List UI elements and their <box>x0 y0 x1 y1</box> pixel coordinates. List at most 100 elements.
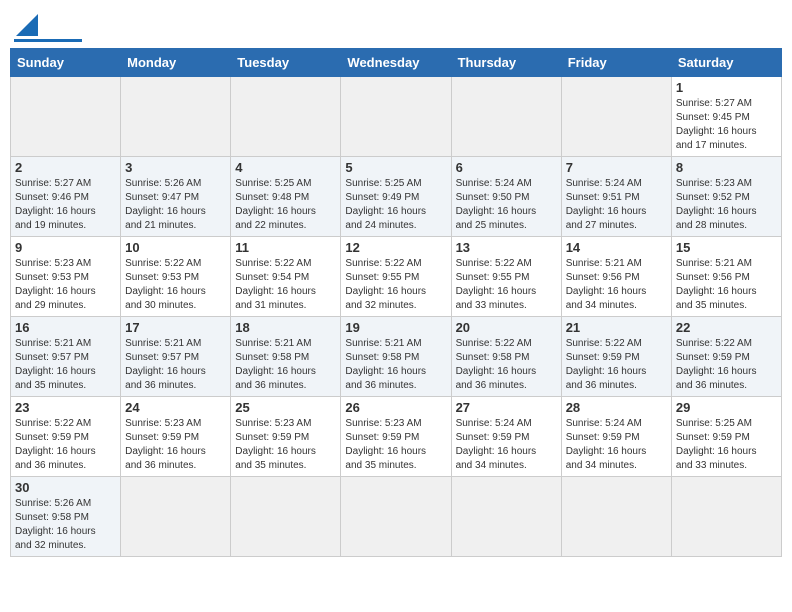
day-number: 7 <box>566 160 667 175</box>
calendar-cell <box>561 77 671 157</box>
weekday-header-friday: Friday <box>561 49 671 77</box>
day-info: Sunrise: 5:25 AM Sunset: 9:48 PM Dayligh… <box>235 177 336 233</box>
calendar-cell: 26Sunrise: 5:23 AM Sunset: 9:59 PM Dayli… <box>341 397 451 477</box>
day-number: 9 <box>15 240 116 255</box>
calendar-cell <box>341 77 451 157</box>
calendar-cell: 6 Sunrise: 5:24 AM Sunset: 9:50 PM Daylig… <box>451 157 561 237</box>
day-info: Sunrise: 5:25 AM Sunset: 9:59 PM Dayligh… <box>676 417 777 473</box>
day-number: 15 <box>676 240 777 255</box>
day-info: Sunrise: 5:27 AM Sunset: 9:45 PM Dayligh… <box>676 97 777 153</box>
day-number: 6 <box>456 160 557 175</box>
day-info: Sunrise: 5:22 AM Sunset: 9:55 PM Dayligh… <box>345 257 446 313</box>
calendar-cell <box>11 77 121 157</box>
calendar-cell: 2Sunrise: 5:27 AM Sunset: 9:46 PM Daylig… <box>11 157 121 237</box>
day-info: Sunrise: 5:24 AM Sunset: 9:59 PM Dayligh… <box>566 417 667 473</box>
day-number: 20 <box>456 320 557 335</box>
calendar-cell: 22Sunrise: 5:22 AM Sunset: 9:59 PM Dayli… <box>671 317 781 397</box>
day-number: 23 <box>15 400 116 415</box>
calendar-cell <box>671 477 781 557</box>
calendar-cell: 11Sunrise: 5:22 AM Sunset: 9:54 PM Dayli… <box>231 237 341 317</box>
calendar-cell <box>231 477 341 557</box>
day-info: Sunrise: 5:21 AM Sunset: 9:58 PM Dayligh… <box>345 337 446 393</box>
day-info: Sunrise: 5:21 AM Sunset: 9:56 PM Dayligh… <box>676 257 777 313</box>
day-number: 25 <box>235 400 336 415</box>
day-info: Sunrise: 5:21 AM Sunset: 9:57 PM Dayligh… <box>15 337 116 393</box>
calendar-week-row: 16 Sunrise: 5:21 AM Sunset: 9:57 PM Dayli… <box>11 317 782 397</box>
day-info: Sunrise: 5:22 AM Sunset: 9:53 PM Dayligh… <box>125 257 226 313</box>
day-info: Sunrise: 5:21 AM Sunset: 9:57 PM Dayligh… <box>125 337 226 393</box>
calendar-cell: 18 Sunrise: 5:21 AM Sunset: 9:58 PM Dayli… <box>231 317 341 397</box>
logo-triangle-icon <box>16 14 38 36</box>
calendar-cell <box>451 477 561 557</box>
day-info: Sunrise: 5:27 AM Sunset: 9:46 PM Dayligh… <box>15 177 116 233</box>
day-number: 10 <box>125 240 226 255</box>
day-number: 27 <box>456 400 557 415</box>
calendar-cell: 13 Sunrise: 5:22 AM Sunset: 9:55 PM Dayli… <box>451 237 561 317</box>
day-number: 22 <box>676 320 777 335</box>
calendar-week-row: 23 Sunrise: 5:22 AM Sunset: 9:59 PM Dayli… <box>11 397 782 477</box>
day-number: 16 <box>15 320 116 335</box>
calendar-cell: 9Sunrise: 5:23 AM Sunset: 9:53 PM Daylig… <box>11 237 121 317</box>
calendar-cell: 8Sunrise: 5:23 AM Sunset: 9:52 PM Daylig… <box>671 157 781 237</box>
day-number: 17 <box>125 320 226 335</box>
calendar-cell: 30 Sunrise: 5:26 AM Sunset: 9:58 PM Dayli… <box>11 477 121 557</box>
calendar-cell: 16 Sunrise: 5:21 AM Sunset: 9:57 PM Dayli… <box>11 317 121 397</box>
calendar-cell: 17 Sunrise: 5:21 AM Sunset: 9:57 PM Dayli… <box>121 317 231 397</box>
calendar-cell <box>561 477 671 557</box>
day-number: 8 <box>676 160 777 175</box>
day-info: Sunrise: 5:22 AM Sunset: 9:59 PM Dayligh… <box>15 417 116 473</box>
day-info: Sunrise: 5:23 AM Sunset: 9:59 PM Dayligh… <box>235 417 336 473</box>
day-number: 14 <box>566 240 667 255</box>
day-number: 11 <box>235 240 336 255</box>
day-number: 3 <box>125 160 226 175</box>
day-info: Sunrise: 5:25 AM Sunset: 9:49 PM Dayligh… <box>345 177 446 233</box>
calendar-week-row: 1Sunrise: 5:27 AM Sunset: 9:45 PM Daylig… <box>11 77 782 157</box>
calendar-cell: 10 Sunrise: 5:22 AM Sunset: 9:53 PM Dayli… <box>121 237 231 317</box>
logo-underline <box>14 39 82 42</box>
calendar-cell <box>341 477 451 557</box>
day-info: Sunrise: 5:22 AM Sunset: 9:59 PM Dayligh… <box>566 337 667 393</box>
calendar-table: SundayMondayTuesdayWednesdayThursdayFrid… <box>10 48 782 557</box>
day-number: 13 <box>456 240 557 255</box>
calendar-week-row: 30 Sunrise: 5:26 AM Sunset: 9:58 PM Dayli… <box>11 477 782 557</box>
day-number: 29 <box>676 400 777 415</box>
day-info: Sunrise: 5:22 AM Sunset: 9:55 PM Dayligh… <box>456 257 557 313</box>
day-info: Sunrise: 5:21 AM Sunset: 9:56 PM Dayligh… <box>566 257 667 313</box>
day-number: 18 <box>235 320 336 335</box>
day-number: 24 <box>125 400 226 415</box>
weekday-header-wednesday: Wednesday <box>341 49 451 77</box>
day-number: 21 <box>566 320 667 335</box>
calendar-cell <box>121 77 231 157</box>
calendar-cell: 7Sunrise: 5:24 AM Sunset: 9:51 PM Daylig… <box>561 157 671 237</box>
day-number: 30 <box>15 480 116 495</box>
calendar-cell: 29 Sunrise: 5:25 AM Sunset: 9:59 PM Dayli… <box>671 397 781 477</box>
day-info: Sunrise: 5:24 AM Sunset: 9:59 PM Dayligh… <box>456 417 557 473</box>
calendar-cell: 4 Sunrise: 5:25 AM Sunset: 9:48 PM Daylig… <box>231 157 341 237</box>
calendar-cell: 3Sunrise: 5:26 AM Sunset: 9:47 PM Daylig… <box>121 157 231 237</box>
calendar-cell <box>121 477 231 557</box>
calendar-cell <box>451 77 561 157</box>
calendar-cell: 23 Sunrise: 5:22 AM Sunset: 9:59 PM Dayli… <box>11 397 121 477</box>
calendar-week-row: 9Sunrise: 5:23 AM Sunset: 9:53 PM Daylig… <box>11 237 782 317</box>
calendar-cell: 5 Sunrise: 5:25 AM Sunset: 9:49 PM Daylig… <box>341 157 451 237</box>
day-info: Sunrise: 5:21 AM Sunset: 9:58 PM Dayligh… <box>235 337 336 393</box>
calendar-cell: 19Sunrise: 5:21 AM Sunset: 9:58 PM Dayli… <box>341 317 451 397</box>
weekday-header-monday: Monday <box>121 49 231 77</box>
day-info: Sunrise: 5:23 AM Sunset: 9:59 PM Dayligh… <box>125 417 226 473</box>
weekday-header-row: SundayMondayTuesdayWednesdayThursdayFrid… <box>11 49 782 77</box>
calendar-cell: 27 Sunrise: 5:24 AM Sunset: 9:59 PM Dayli… <box>451 397 561 477</box>
day-info: Sunrise: 5:22 AM Sunset: 9:58 PM Dayligh… <box>456 337 557 393</box>
calendar-cell: 1Sunrise: 5:27 AM Sunset: 9:45 PM Daylig… <box>671 77 781 157</box>
calendar-cell: 25 Sunrise: 5:23 AM Sunset: 9:59 PM Dayli… <box>231 397 341 477</box>
day-info: Sunrise: 5:24 AM Sunset: 9:50 PM Dayligh… <box>456 177 557 233</box>
day-number: 4 <box>235 160 336 175</box>
calendar-cell: 12Sunrise: 5:22 AM Sunset: 9:55 PM Dayli… <box>341 237 451 317</box>
calendar-cell <box>231 77 341 157</box>
calendar-cell: 20 Sunrise: 5:22 AM Sunset: 9:58 PM Dayli… <box>451 317 561 397</box>
day-number: 28 <box>566 400 667 415</box>
weekday-header-sunday: Sunday <box>11 49 121 77</box>
day-info: Sunrise: 5:26 AM Sunset: 9:58 PM Dayligh… <box>15 497 116 553</box>
weekday-header-tuesday: Tuesday <box>231 49 341 77</box>
weekday-header-thursday: Thursday <box>451 49 561 77</box>
day-number: 5 <box>345 160 446 175</box>
